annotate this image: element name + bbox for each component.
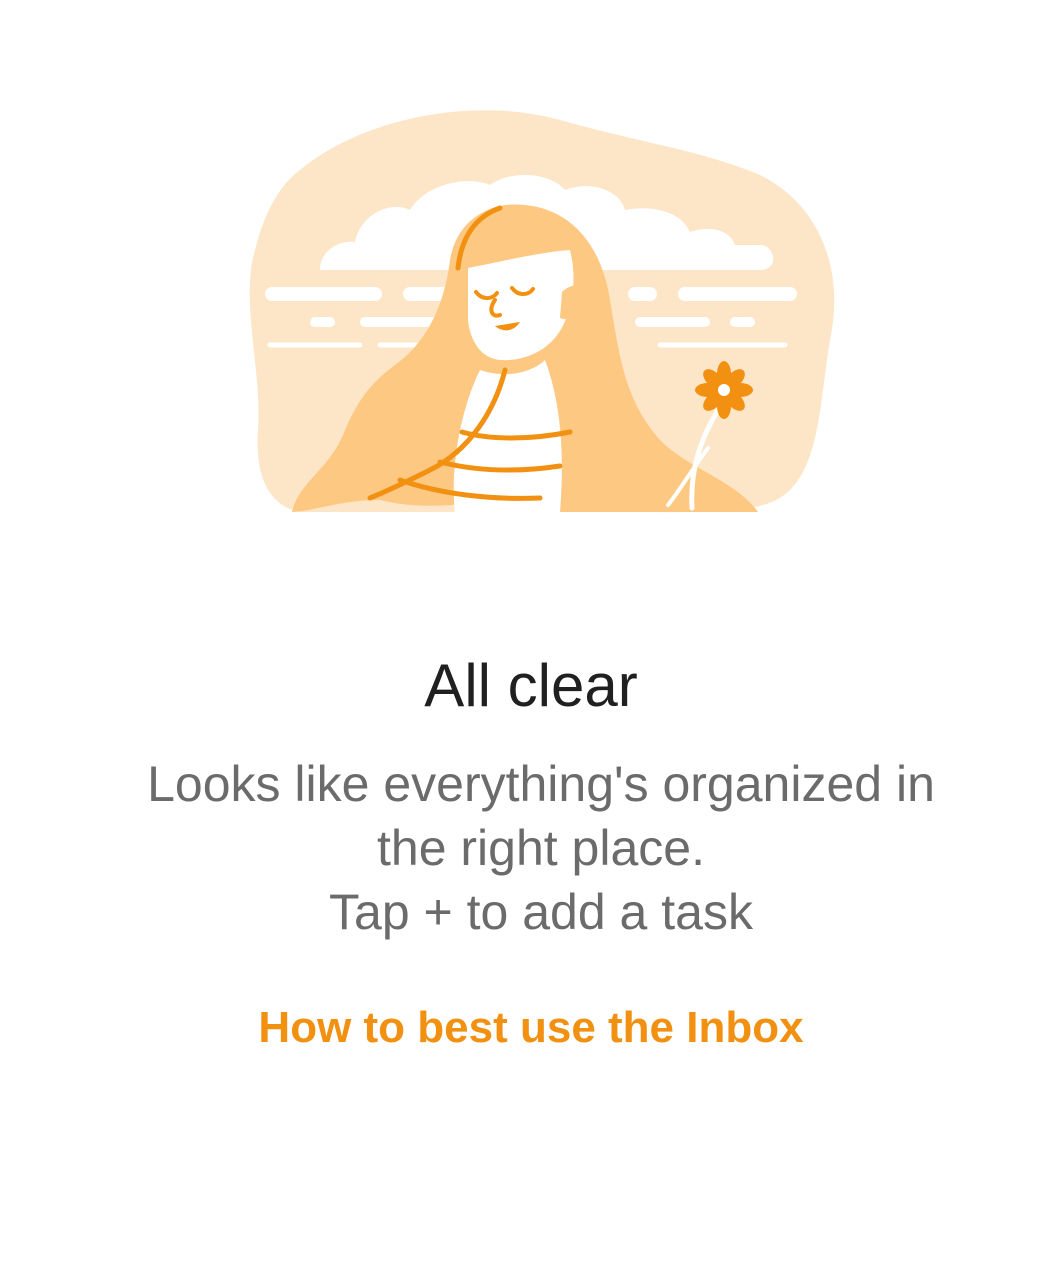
message-line-2: the right place. <box>377 820 705 876</box>
inbox-help-link[interactable]: How to best use the Inbox <box>0 1000 1062 1056</box>
empty-state-illustration <box>240 100 840 520</box>
empty-state-message: Looks like everything's organized in the… <box>90 752 992 944</box>
message-line-3: Tap + to add a task <box>329 884 753 940</box>
empty-state-title: All clear <box>424 652 638 719</box>
message-line-1: Looks like everything's organized in <box>147 756 935 812</box>
